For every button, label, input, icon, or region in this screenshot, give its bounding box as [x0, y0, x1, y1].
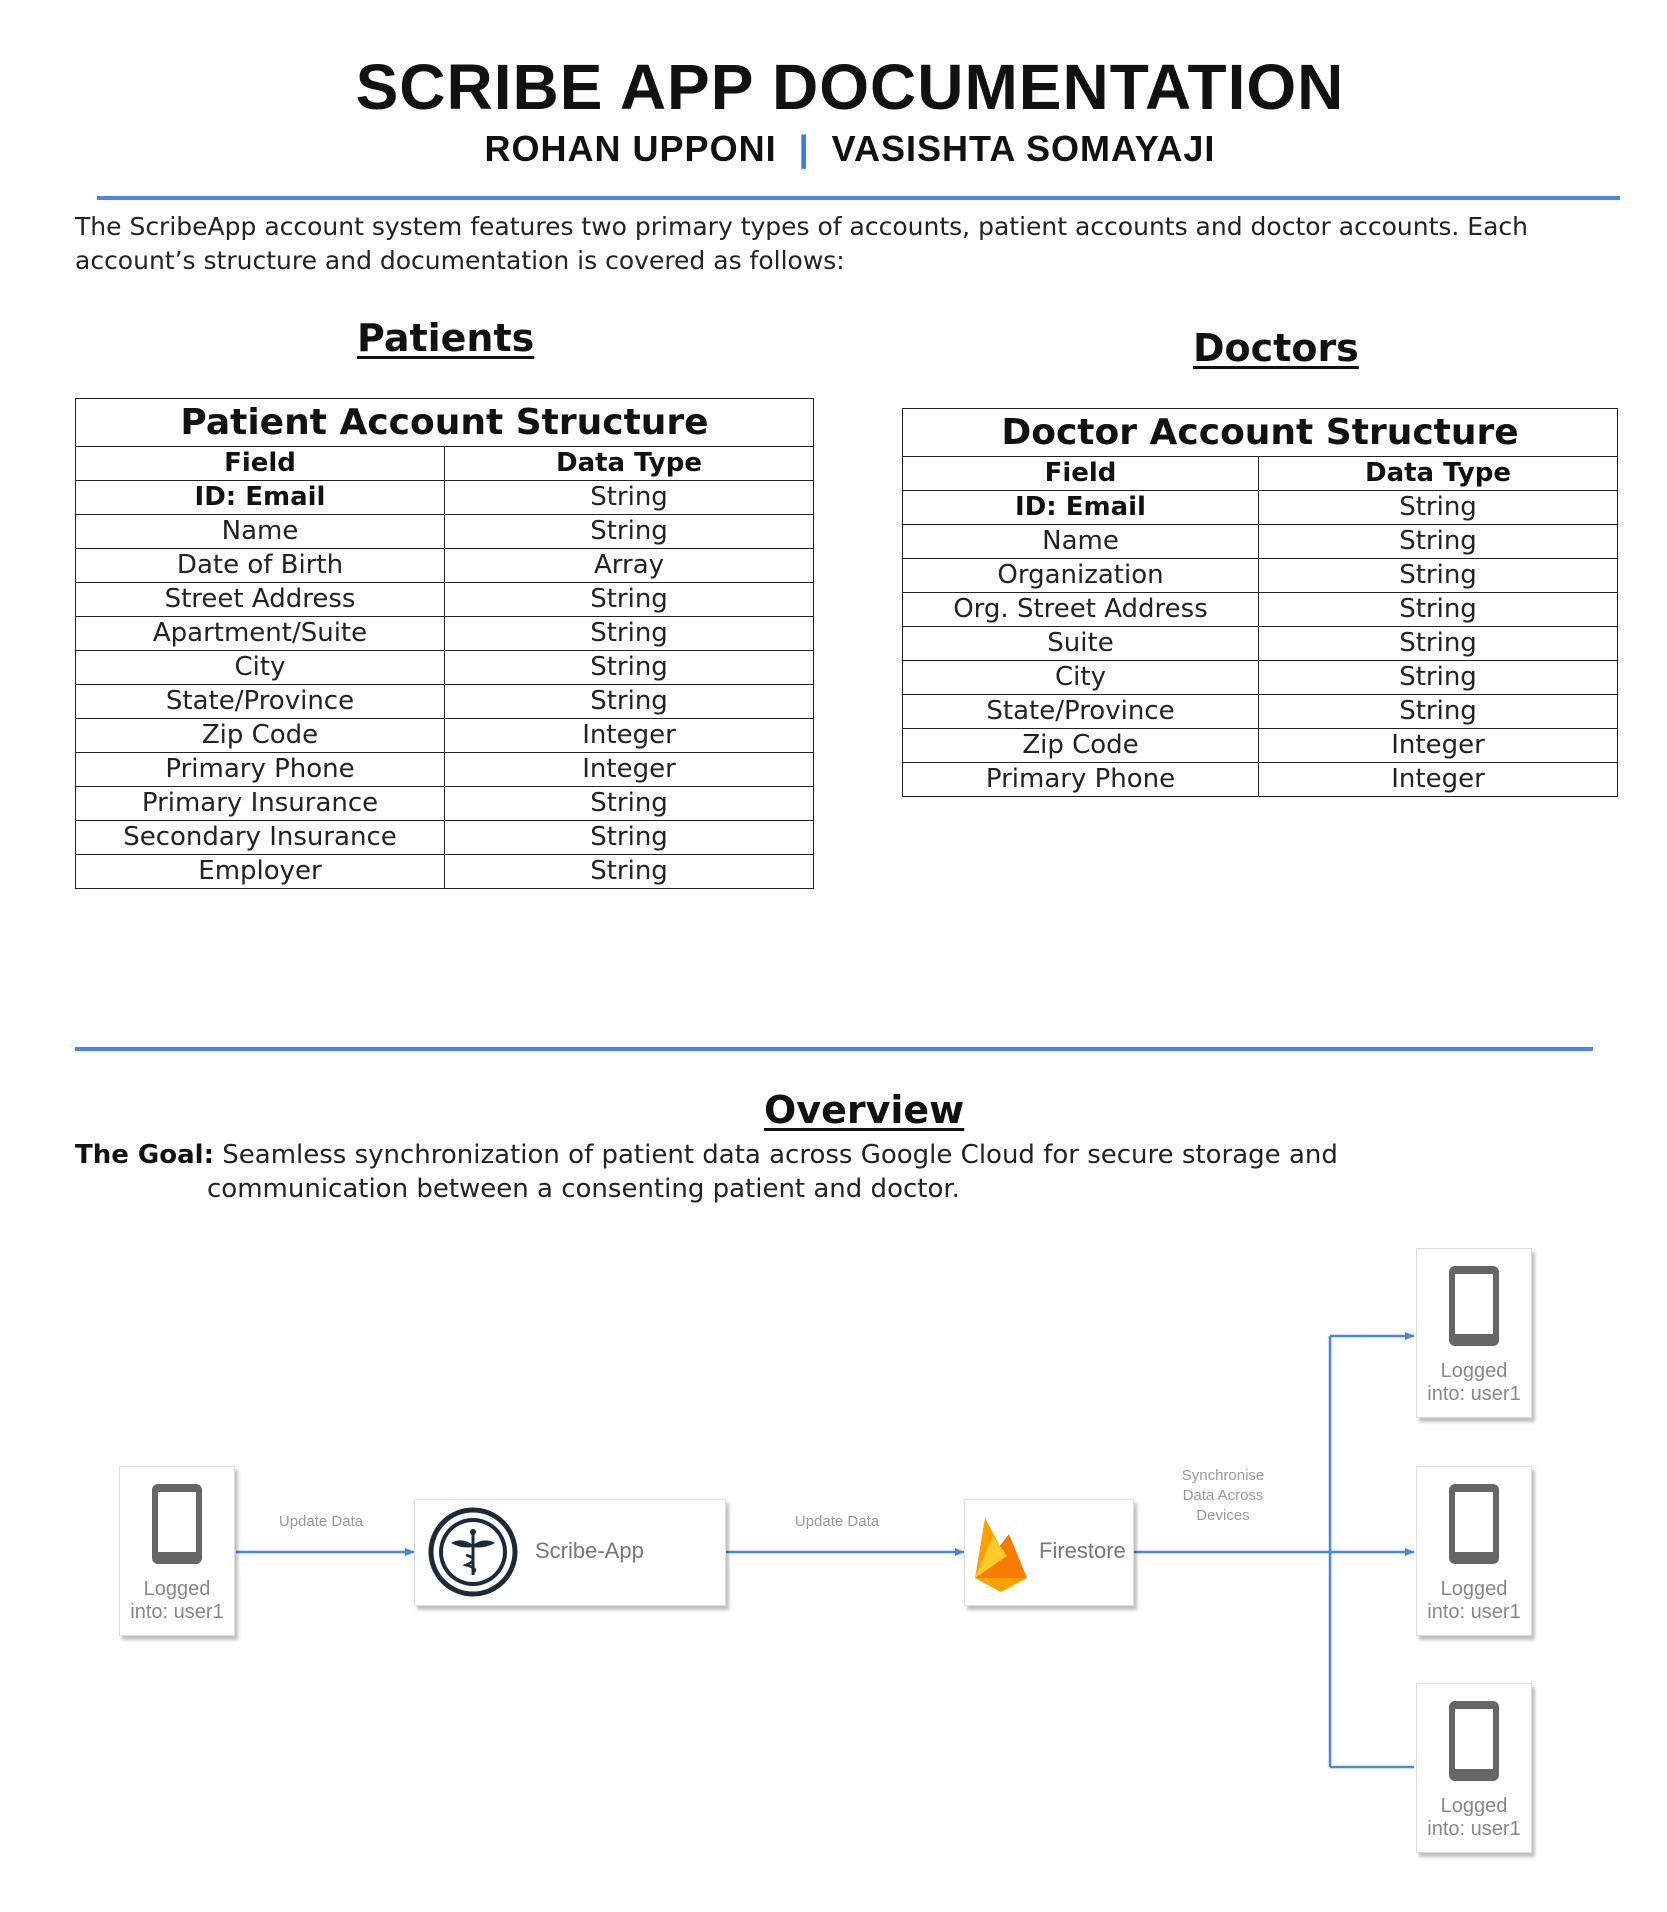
device-user-line: into: user1: [130, 1601, 224, 1623]
phone-icon: [1417, 1699, 1531, 1789]
target-device-node: Logged into: user1: [1416, 1466, 1532, 1636]
device-status-line: Logged: [143, 1578, 211, 1600]
phone-icon: [1417, 1264, 1531, 1354]
firestore-label: Firestore: [1039, 1538, 1126, 1563]
edge-label-sync-line: Synchronise: [1181, 1467, 1265, 1484]
target-device-node: Logged into: user1: [1416, 1683, 1532, 1853]
device-status-line: Logged: [1440, 1578, 1508, 1600]
edge-label-sync: Synchronise Data Across Devices: [1158, 1466, 1288, 1526]
scribe-app-label: Scribe-App: [535, 1538, 644, 1563]
source-device-node: Logged into: user1: [119, 1466, 235, 1636]
firestore-node: Firestore: [964, 1499, 1134, 1606]
firebase-flame-icon: [971, 1510, 1031, 1602]
edge-label-update-data-2: Update Data: [794, 1513, 880, 1530]
edge-label-sync-line: Devices: [1196, 1507, 1250, 1524]
phone-icon: [1417, 1482, 1531, 1572]
device-user-line: into: user1: [1427, 1818, 1521, 1840]
device-status-line: Logged: [1440, 1795, 1508, 1817]
target-device-node: Logged into: user1: [1416, 1248, 1532, 1418]
device-status-line: Logged: [1440, 1360, 1508, 1382]
device-user-line: into: user1: [1427, 1601, 1521, 1623]
device-user-line: into: user1: [1427, 1383, 1521, 1405]
caduceus-icon: [428, 1507, 518, 1603]
edge-label-update-data-1: Update Data: [278, 1513, 364, 1530]
scribe-app-node: Scribe-App: [414, 1499, 726, 1606]
phone-icon: [120, 1482, 234, 1572]
edge-label-sync-line: Data Across: [1182, 1487, 1264, 1504]
